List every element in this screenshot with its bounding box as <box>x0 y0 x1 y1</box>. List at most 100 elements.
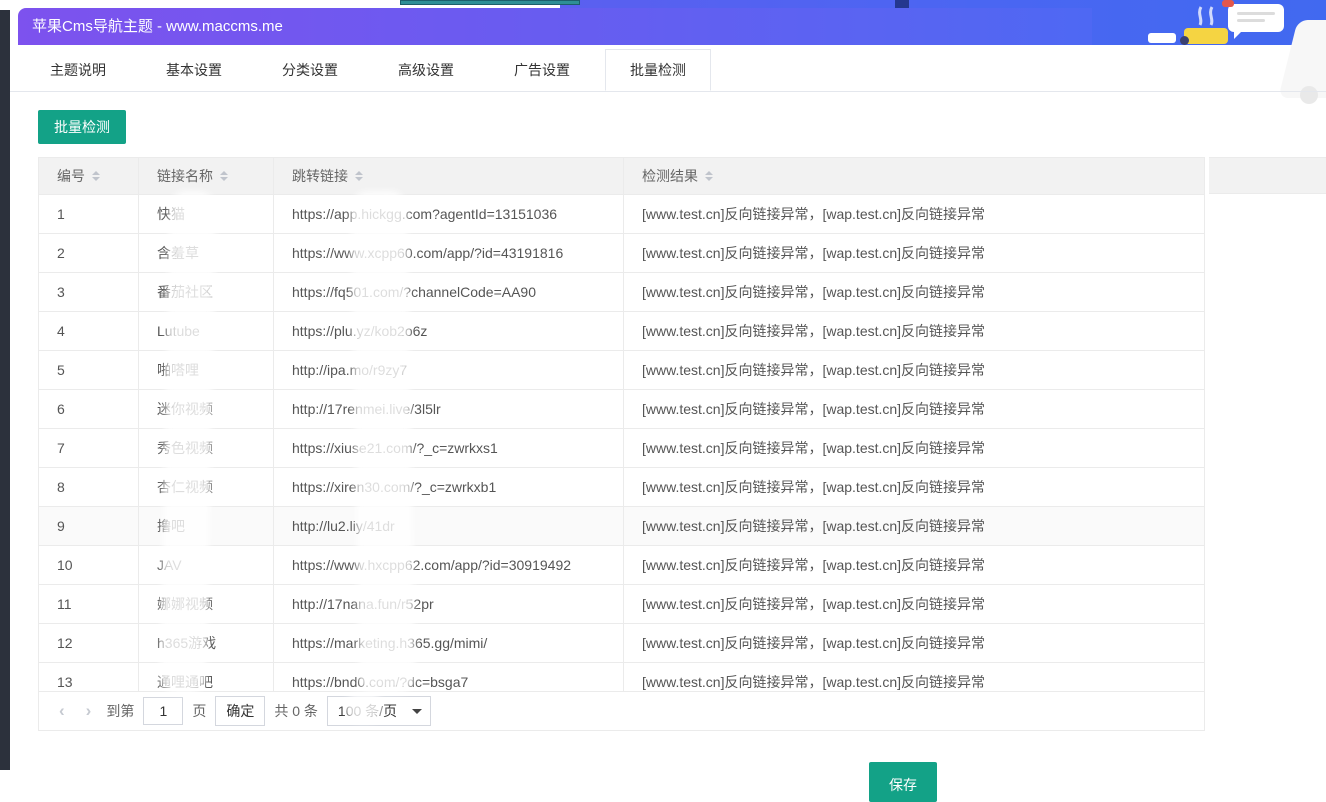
page-size-select[interactable]: 100 条/页 <box>327 696 431 726</box>
table-row: 3 番茄社区 https://fq501.com/?channelCode=AA… <box>39 273 1204 312</box>
cell-id: 13 <box>39 663 139 691</box>
cell-id: 5 <box>39 351 139 389</box>
table-row: 6 迷你视频 http://17renmei.live/3l5lr [www.t… <box>39 390 1204 429</box>
confirm-page-button[interactable]: 确定 <box>215 696 265 726</box>
cell-result: [www.test.cn]反向链接异常，[wap.test.cn]反向链接异常 <box>624 429 1204 467</box>
cell-id: 7 <box>39 429 139 467</box>
top-band: 苹果Cms导航主题 - www.maccms.me <box>0 0 1326 45</box>
cell-id: 12 <box>39 624 139 662</box>
cell-name: JAV <box>139 546 274 584</box>
cell-name: 杏仁视频 <box>139 468 274 506</box>
table-row: 13 通哩通吧 https://bnd0.com/?dc=bsga7 [www.… <box>39 663 1204 691</box>
cell-url: https://app.hickgg.com?agentId=13151036 <box>274 195 624 233</box>
cell-name: 娜娜视频 <box>139 585 274 623</box>
tab-item[interactable]: 批量检测 <box>605 49 711 91</box>
cell-id: 6 <box>39 390 139 428</box>
total-count-label: 共 0 条 <box>274 701 318 721</box>
next-page-icon[interactable]: › <box>80 701 98 721</box>
table-row: 2 含羞草 https://www.xcpp60.com/app/?id=431… <box>39 234 1204 273</box>
tab-item[interactable]: 广告设置 <box>489 49 595 91</box>
chat-bubble-icon <box>1228 4 1284 32</box>
sort-icon[interactable] <box>220 167 228 185</box>
cell-name: 快猫 <box>139 195 274 233</box>
cell-name: 通哩通吧 <box>139 663 274 691</box>
table-row: 7 秀色视频 https://xiuse21.com/?_c=zwrkxs1 [… <box>39 429 1204 468</box>
table-row: 1 快猫 https://app.hickgg.com?agentId=1315… <box>39 195 1204 234</box>
cell-id: 3 <box>39 273 139 311</box>
save-button[interactable]: 保存 <box>869 762 937 802</box>
tab-label: 基本设置 <box>166 62 222 78</box>
page-size-value: 100 条/页 <box>338 703 397 719</box>
cell-name: Lutube <box>139 312 274 350</box>
cell-id: 10 <box>39 546 139 584</box>
cell-name: h365游戏 <box>139 624 274 662</box>
column-header-label: 链接名称 <box>157 166 213 186</box>
cell-url: https://xiuse21.com/?_c=zwrkxs1 <box>274 429 624 467</box>
cell-url: http://ipa.mo/r9zy7 <box>274 351 624 389</box>
table-row: 10 JAV https://www.hxcpp62.com/app/?id=3… <box>39 546 1204 585</box>
sort-icon[interactable] <box>92 167 100 185</box>
bubble-line <box>1237 19 1265 22</box>
cell-result: [www.test.cn]反向链接异常，[wap.test.cn]反向链接异常 <box>624 195 1204 233</box>
tab-item[interactable]: 主题说明 <box>25 49 131 91</box>
bubble-line <box>1237 12 1275 15</box>
tab-item[interactable]: 高级设置 <box>373 49 479 91</box>
cell-result: [www.test.cn]反向链接异常，[wap.test.cn]反向链接异常 <box>624 351 1204 389</box>
tab-item[interactable]: 分类设置 <box>257 49 363 91</box>
cell-id: 2 <box>39 234 139 272</box>
tab-label: 批量检测 <box>630 62 686 78</box>
cell-id: 8 <box>39 468 139 506</box>
cup-handle-icon <box>1180 36 1189 45</box>
cell-url: http://17renmei.live/3l5lr <box>274 390 624 428</box>
deco-pill <box>1148 33 1176 43</box>
cell-url: https://xiren30.com/?_c=zwrkxb1 <box>274 468 624 506</box>
column-header[interactable]: 链接名称 <box>139 158 274 194</box>
cell-result: [www.test.cn]反向链接异常，[wap.test.cn]反向链接异常 <box>624 546 1204 584</box>
dialog-titlebar: 苹果Cms导航主题 - www.maccms.me <box>18 8 1092 45</box>
tab-label: 广告设置 <box>514 62 570 78</box>
batch-check-button[interactable]: 批量检测 <box>38 110 126 144</box>
cell-url: https://www.hxcpp62.com/app/?id=30919492 <box>274 546 624 584</box>
cell-url: https://plu.yz/kob2o6z <box>274 312 624 350</box>
page-number-input[interactable] <box>143 697 183 725</box>
tab-label: 高级设置 <box>398 62 454 78</box>
tab-item[interactable]: 基本设置 <box>141 49 247 91</box>
table-row: 11 娜娜视频 http://17nana.fun/r52pr [www.tes… <box>39 585 1204 624</box>
cell-result: [www.test.cn]反向链接异常，[wap.test.cn]反向链接异常 <box>624 234 1204 272</box>
tab-label: 主题说明 <box>50 62 106 78</box>
pagination-bar: ‹ › 到第 页 确定 共 0 条 100 条/页 <box>39 691 1204 730</box>
chevron-down-icon <box>412 709 422 719</box>
cell-url: https://bnd0.com/?dc=bsga7 <box>274 663 624 691</box>
background-teal-chip <box>400 0 580 5</box>
sort-icon[interactable] <box>705 167 713 185</box>
cell-result: [www.test.cn]反向链接异常，[wap.test.cn]反向链接异常 <box>624 663 1204 691</box>
notification-dot-icon <box>1222 0 1234 7</box>
cell-url: http://lu2.liy/41dr <box>274 507 624 545</box>
cell-id: 9 <box>39 507 139 545</box>
table-row: 9 撸吧 http://lu2.liy/41dr [www.test.cn]反向… <box>39 507 1204 546</box>
column-header[interactable]: 检测结果 <box>624 158 1204 194</box>
cell-result: [www.test.cn]反向链接异常，[wap.test.cn]反向链接异常 <box>624 273 1204 311</box>
cell-name: 撸吧 <box>139 507 274 545</box>
tab-bar: 主题说明 基本设置 分类设置 高级设置 广告设置 批量检测 <box>10 50 1326 92</box>
table-body: 1 快猫 https://app.hickgg.com?agentId=1315… <box>39 195 1204 691</box>
column-header[interactable]: 编号 <box>39 158 139 194</box>
cell-result: [www.test.cn]反向链接异常，[wap.test.cn]反向链接异常 <box>624 624 1204 662</box>
cell-id: 4 <box>39 312 139 350</box>
prev-page-icon[interactable]: ‹ <box>53 701 71 721</box>
table-row: 5 啪嗒哩 http://ipa.mo/r9zy7 [www.test.cn]反… <box>39 351 1204 390</box>
column-header[interactable]: 跳转链接 <box>274 158 624 194</box>
cell-result: [www.test.cn]反向链接异常，[wap.test.cn]反向链接异常 <box>624 507 1204 545</box>
sort-icon[interactable] <box>355 167 363 185</box>
coffee-cup-icon <box>1184 28 1228 44</box>
cell-result: [www.test.cn]反向链接异常，[wap.test.cn]反向链接异常 <box>624 390 1204 428</box>
cell-result: [www.test.cn]反向链接异常，[wap.test.cn]反向链接异常 <box>624 312 1204 350</box>
table-row: 12 h365游戏 https://marketing.h365.gg/mimi… <box>39 624 1204 663</box>
cell-url: http://17nana.fun/r52pr <box>274 585 624 623</box>
dialog-title: 苹果Cms导航主题 - www.maccms.me <box>32 18 283 35</box>
table-row: 4 Lutube https://plu.yz/kob2o6z [www.tes… <box>39 312 1204 351</box>
goto-label: 到第 <box>106 701 134 721</box>
cell-id: 11 <box>39 585 139 623</box>
column-header-label: 检测结果 <box>642 166 698 186</box>
cell-name: 含羞草 <box>139 234 274 272</box>
